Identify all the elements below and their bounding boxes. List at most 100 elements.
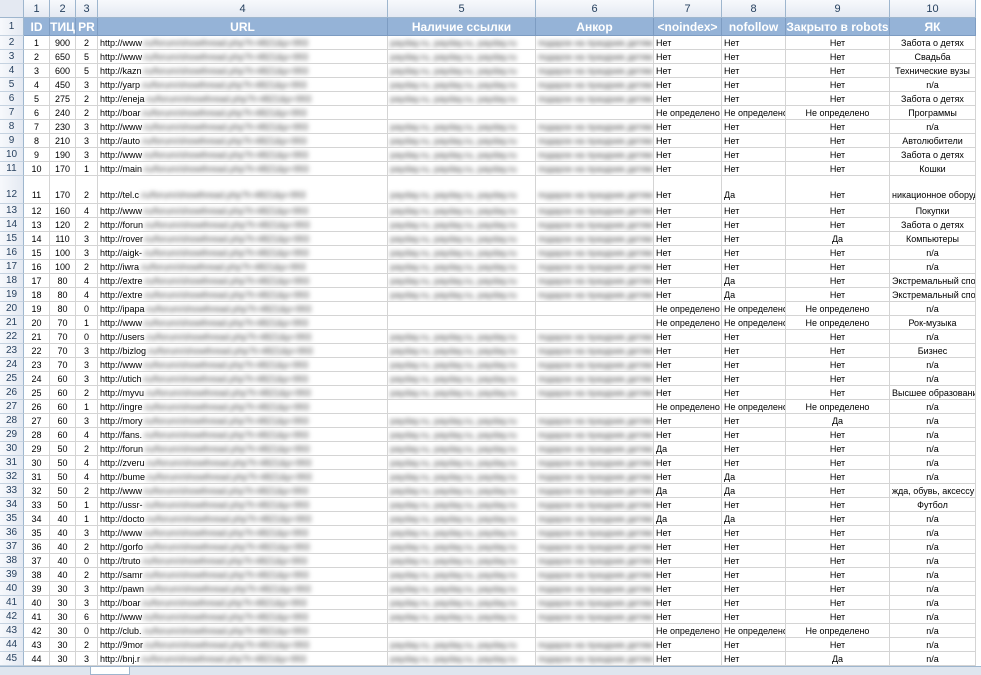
- cell-nofollow[interactable]: Нет: [722, 218, 786, 232]
- cell-yak[interactable]: Высшее образование: [890, 386, 976, 400]
- cell-yak[interactable]: n/a: [890, 372, 976, 386]
- cell-anchor[interactable]: подарок на праздник детям: [536, 652, 654, 666]
- column-header-6[interactable]: 6: [536, 0, 654, 18]
- cell-nofollow[interactable]: Нет: [722, 148, 786, 162]
- cell-robots[interactable]: Нет: [786, 540, 890, 554]
- cell-link-presence[interactable]: [388, 400, 536, 414]
- cell-id[interactable]: 36: [24, 540, 50, 554]
- cell-nofollow[interactable]: Нет: [722, 260, 786, 274]
- cell-tic[interactable]: 60: [50, 428, 76, 442]
- cell-anchor[interactable]: подарок на праздник детям: [536, 470, 654, 484]
- cell-id[interactable]: 43: [24, 638, 50, 652]
- row-header[interactable]: 22: [0, 330, 24, 344]
- cell-robots[interactable]: Нет: [786, 78, 890, 92]
- cell-pr[interactable]: 3: [76, 582, 98, 596]
- cell-url[interactable]: http://boar.ru/forum/showthread.php?t=48…: [98, 106, 388, 120]
- cell-tic[interactable]: 230: [50, 120, 76, 134]
- cell-tic[interactable]: 80: [50, 274, 76, 288]
- cell-pr[interactable]: 2: [76, 540, 98, 554]
- header-cell-noindex[interactable]: <noindex>: [654, 18, 722, 36]
- cell-pr[interactable]: 2: [76, 176, 98, 204]
- cell-robots[interactable]: Нет: [786, 526, 890, 540]
- cell-nofollow[interactable]: Нет: [722, 652, 786, 666]
- row-header[interactable]: 3: [0, 50, 24, 64]
- cell-link-presence[interactable]: payday.ru, payday.ru, payday.ru: [388, 610, 536, 624]
- cell-pr[interactable]: 4: [76, 456, 98, 470]
- cell-anchor[interactable]: подарок на праздник детям: [536, 344, 654, 358]
- cell-robots[interactable]: Нет: [786, 470, 890, 484]
- cell-id[interactable]: 14: [24, 232, 50, 246]
- cell-link-presence[interactable]: payday.ru, payday.ru, payday.ru: [388, 568, 536, 582]
- cell-noindex[interactable]: Нет: [654, 50, 722, 64]
- cell-id[interactable]: 23: [24, 358, 50, 372]
- cell-url[interactable]: http://zveru.ru/forum/showthread.php?t=4…: [98, 456, 388, 470]
- cell-anchor[interactable]: подарок на праздник детям: [536, 260, 654, 274]
- column-header-9[interactable]: 9: [786, 0, 890, 18]
- cell-url[interactable]: http://boar.ru/forum/showthread.php?t=48…: [98, 596, 388, 610]
- row-header[interactable]: 7: [0, 106, 24, 120]
- cell-yak[interactable]: n/a: [890, 568, 976, 582]
- cell-noindex[interactable]: Нет: [654, 232, 722, 246]
- row-header[interactable]: 41: [0, 596, 24, 610]
- cell-yak[interactable]: никационное оборуд: [890, 176, 976, 204]
- cell-noindex[interactable]: Да: [654, 484, 722, 498]
- cell-tic[interactable]: 110: [50, 232, 76, 246]
- cell-url[interactable]: http://www.ru/forum/showthread.php?t=482…: [98, 50, 388, 64]
- cell-pr[interactable]: 1: [76, 512, 98, 526]
- cell-anchor[interactable]: подарок на праздник детям: [536, 386, 654, 400]
- cell-nofollow[interactable]: Нет: [722, 372, 786, 386]
- cell-robots[interactable]: Нет: [786, 120, 890, 134]
- cell-nofollow[interactable]: Да: [722, 176, 786, 204]
- cell-pr[interactable]: 2: [76, 106, 98, 120]
- cell-link-presence[interactable]: payday.ru, payday.ru, payday.ru: [388, 344, 536, 358]
- row-header[interactable]: 11: [0, 162, 24, 176]
- cell-tic[interactable]: 80: [50, 302, 76, 316]
- cell-url[interactable]: http://www.ru/forum/showthread.php?t=482…: [98, 120, 388, 134]
- cell-pr[interactable]: 3: [76, 232, 98, 246]
- row-header[interactable]: 19: [0, 288, 24, 302]
- cell-anchor[interactable]: подарок на праздник детям: [536, 148, 654, 162]
- cell-nofollow[interactable]: Да: [722, 512, 786, 526]
- cell-link-presence[interactable]: payday.ru, payday.ru, payday.ru: [388, 498, 536, 512]
- cell-nofollow[interactable]: Нет: [722, 428, 786, 442]
- row-header[interactable]: 21: [0, 316, 24, 330]
- cell-id[interactable]: 30: [24, 456, 50, 470]
- cell-url[interactable]: http://ussr-.ru/forum/showthread.php?t=4…: [98, 498, 388, 512]
- cell-id[interactable]: 5: [24, 92, 50, 106]
- row-header[interactable]: 32: [0, 470, 24, 484]
- cell-noindex[interactable]: Нет: [654, 568, 722, 582]
- cell-noindex[interactable]: Нет: [654, 470, 722, 484]
- cell-noindex[interactable]: Нет: [654, 288, 722, 302]
- row-header[interactable]: 31: [0, 456, 24, 470]
- cell-robots[interactable]: Не определено: [786, 624, 890, 638]
- cell-nofollow[interactable]: Не определено: [722, 302, 786, 316]
- row-header[interactable]: 35: [0, 512, 24, 526]
- cell-nofollow[interactable]: Не определено: [722, 316, 786, 330]
- cell-robots[interactable]: Нет: [786, 162, 890, 176]
- cell-anchor[interactable]: подарок на праздник детям: [536, 134, 654, 148]
- cell-link-presence[interactable]: payday.ru, payday.ru, payday.ru: [388, 162, 536, 176]
- cell-id[interactable]: 33: [24, 498, 50, 512]
- cell-url[interactable]: http://yarp.ru/forum/showthread.php?t=48…: [98, 78, 388, 92]
- cell-noindex[interactable]: Не определено: [654, 400, 722, 414]
- cell-url[interactable]: http://www.ru/forum/showthread.php?t=482…: [98, 204, 388, 218]
- row-header[interactable]: 28: [0, 414, 24, 428]
- cell-id[interactable]: 7: [24, 120, 50, 134]
- cell-tic[interactable]: 40: [50, 568, 76, 582]
- cell-anchor[interactable]: подарок на праздник детям: [536, 428, 654, 442]
- cell-tic[interactable]: 60: [50, 400, 76, 414]
- cell-link-presence[interactable]: [388, 624, 536, 638]
- cell-link-presence[interactable]: payday.ru, payday.ru, payday.ru: [388, 120, 536, 134]
- cell-url[interactable]: http://www.ru/forum/showthread.php?t=482…: [98, 610, 388, 624]
- cell-noindex[interactable]: Нет: [654, 540, 722, 554]
- cell-pr[interactable]: 3: [76, 120, 98, 134]
- cell-yak[interactable]: n/a: [890, 610, 976, 624]
- cell-nofollow[interactable]: Нет: [722, 386, 786, 400]
- cell-robots[interactable]: Да: [786, 652, 890, 666]
- cell-nofollow[interactable]: Нет: [722, 582, 786, 596]
- cell-nofollow[interactable]: Нет: [722, 456, 786, 470]
- cell-robots[interactable]: Нет: [786, 176, 890, 204]
- cell-url[interactable]: http://samr.ru/forum/showthread.php?t=48…: [98, 568, 388, 582]
- row-header[interactable]: 2: [0, 36, 24, 50]
- row-header[interactable]: 43: [0, 624, 24, 638]
